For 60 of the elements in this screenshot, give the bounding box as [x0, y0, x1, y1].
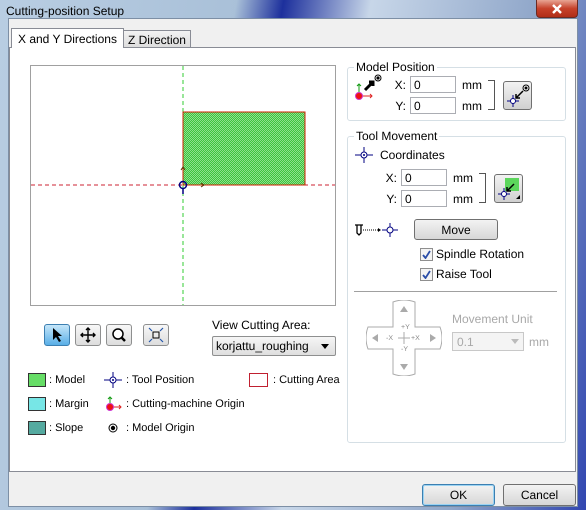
- unit-label: mm: [453, 192, 474, 206]
- field-label: Y:: [394, 98, 406, 112]
- legend-label: : Tool Position: [126, 374, 194, 386]
- checkbox[interactable]: [420, 248, 433, 260]
- coordinate-input[interactable]: 0: [410, 97, 456, 114]
- checkbox[interactable]: [420, 268, 433, 280]
- dialog-button[interactable]: Cancel: [503, 484, 576, 506]
- set-origin-button[interactable]: [503, 80, 532, 110]
- caret-icon: [321, 344, 329, 348]
- movement-unit-label: Movement Unit: [452, 312, 534, 326]
- bracket-line: [488, 80, 495, 110]
- checkbox-label: Spindle Rotation: [436, 247, 524, 261]
- caret-icon: [511, 339, 519, 344]
- window-title: Cutting-position Setup: [6, 4, 124, 18]
- bracket-line: [479, 173, 486, 203]
- checkbox-label: Raise Tool: [436, 267, 492, 281]
- pan-tool-button[interactable]: [75, 324, 101, 346]
- coordinate-input[interactable]: 0: [401, 169, 447, 186]
- pointer-tool-button[interactable]: [44, 324, 70, 346]
- fit-view-icon: [148, 327, 164, 343]
- field-label: Y:: [385, 192, 397, 206]
- zoom-tool-button[interactable]: [106, 324, 132, 346]
- close-icon: [551, 4, 563, 14]
- tool-to-position-icon: [354, 222, 400, 236]
- move-button[interactable]: Move: [414, 219, 498, 240]
- origin-move-icon: [354, 73, 382, 103]
- legend-label: : Model Origin: [126, 422, 194, 434]
- fit-tool-button[interactable]: [143, 324, 169, 346]
- dialog-button[interactable]: OK: [422, 484, 495, 506]
- legend-label: : Cutting Area: [273, 374, 340, 386]
- unit-label: mm: [529, 334, 549, 348]
- coordinates-label: Coordinates: [380, 148, 445, 162]
- unit-label: mm: [462, 98, 483, 112]
- pick-position-button[interactable]: [494, 174, 523, 202]
- close-button[interactable]: [536, 0, 578, 18]
- legend-label: : Margin: [49, 398, 89, 410]
- move-arrows-icon: [80, 327, 96, 343]
- legend-label: : Model: [49, 374, 86, 386]
- legend-label: : Slope: [49, 422, 84, 434]
- group-title: Model Position: [355, 60, 436, 74]
- area-arrow-icon: [496, 176, 520, 200]
- legend-label: : Cutting-machine Origin: [126, 398, 245, 410]
- crosshair-icon: [354, 147, 374, 163]
- coordinate-input[interactable]: 0: [410, 76, 456, 93]
- tab[interactable]: X and Y Directions: [11, 28, 124, 48]
- view-cutting-area-label: View Cutting Area:: [212, 318, 312, 332]
- field-label: X:: [394, 78, 406, 92]
- coordinate-input[interactable]: 0: [401, 190, 447, 207]
- outline-swatch: [249, 372, 268, 386]
- cutting-area-dropdown[interactable]: korjattu_roughing: [212, 336, 336, 356]
- crosshair-icon: [103, 372, 123, 388]
- zoom-icon: [111, 327, 127, 343]
- group-title: Tool Movement: [355, 129, 438, 143]
- origin-arrow-icon: [506, 83, 530, 107]
- field-label: X:: [384, 170, 397, 184]
- tab[interactable]: Z Direction: [122, 30, 191, 47]
- unit-label: mm: [453, 170, 474, 184]
- pointer-icon: [50, 327, 64, 343]
- unit-label: mm: [462, 78, 483, 92]
- axes-origin-icon: [103, 394, 123, 412]
